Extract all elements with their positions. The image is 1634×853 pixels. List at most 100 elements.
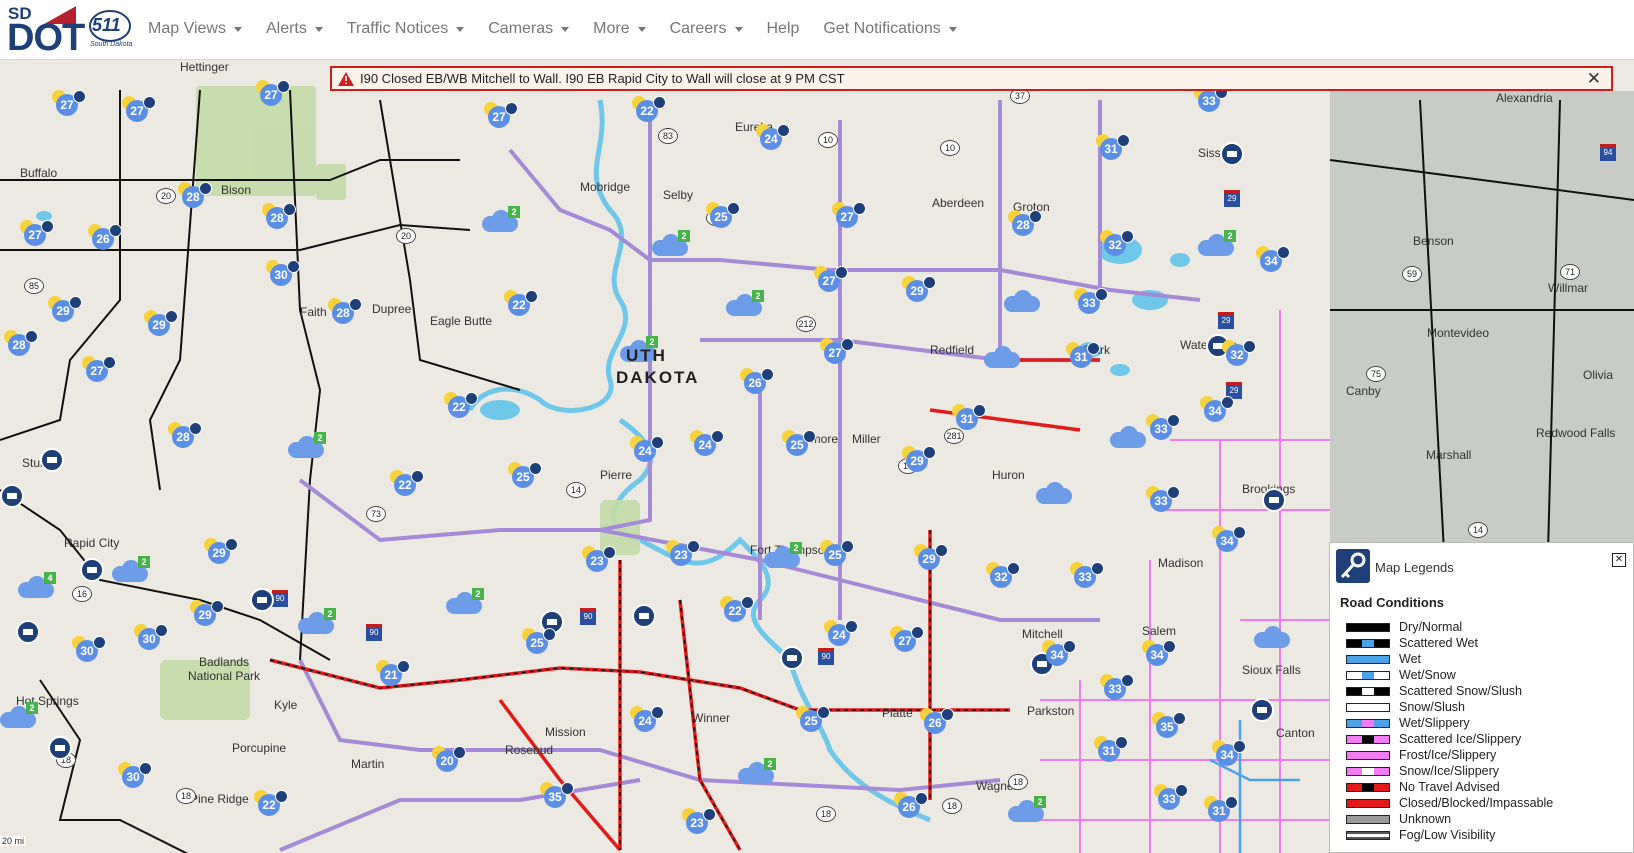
- temperature-marker[interactable]: 28: [1008, 210, 1042, 236]
- weather-cloud-icon[interactable]: [1110, 426, 1148, 448]
- nav-more[interactable]: More: [593, 20, 646, 38]
- temperature-marker[interactable]: 29: [914, 544, 948, 570]
- temperature-marker[interactable]: 27: [122, 96, 156, 122]
- temperature-marker[interactable]: 33: [1070, 562, 1104, 588]
- camera-icon[interactable]: [16, 620, 40, 644]
- temperature-marker[interactable]: 25: [820, 540, 854, 566]
- temperature-marker[interactable]: 27: [890, 626, 924, 652]
- temperature-marker[interactable]: 27: [20, 220, 54, 246]
- temperature-marker[interactable]: 28: [328, 298, 362, 324]
- weather-cloud-icon[interactable]: 2: [726, 290, 764, 316]
- temperature-marker[interactable]: 26: [920, 708, 954, 734]
- nav-get-notifications[interactable]: Get Notifications: [823, 20, 957, 38]
- temperature-marker[interactable]: 20: [432, 746, 466, 772]
- camera-icon[interactable]: [250, 588, 274, 612]
- weather-cloud-icon[interactable]: 2: [0, 702, 38, 728]
- temperature-marker[interactable]: 25: [782, 430, 816, 456]
- temperature-marker[interactable]: 24: [756, 124, 790, 150]
- temperature-marker[interactable]: 25: [706, 202, 740, 228]
- temperature-marker[interactable]: 29: [902, 446, 936, 472]
- nav-help[interactable]: Help: [767, 20, 800, 38]
- temperature-marker[interactable]: 22: [444, 392, 478, 418]
- alert-close-button[interactable]: ✕: [1587, 69, 1601, 89]
- weather-cloud-icon[interactable]: 2: [652, 230, 690, 256]
- temperature-marker[interactable]: 33: [1154, 784, 1188, 810]
- temperature-marker[interactable]: 33: [1100, 674, 1134, 700]
- camera-icon[interactable]: [48, 736, 72, 760]
- temperature-marker[interactable]: 34: [1212, 526, 1246, 552]
- temperature-marker[interactable]: 23: [682, 808, 716, 834]
- temperature-marker[interactable]: 22: [504, 290, 538, 316]
- nav-cameras[interactable]: Cameras: [488, 20, 570, 38]
- temperature-marker[interactable]: 34: [1256, 246, 1290, 272]
- temperature-marker[interactable]: 33: [1146, 414, 1180, 440]
- temperature-marker[interactable]: 24: [824, 620, 858, 646]
- temperature-marker[interactable]: 31: [1066, 342, 1100, 368]
- weather-cloud-icon[interactable]: 2: [112, 556, 150, 582]
- temperature-marker[interactable]: 21: [376, 660, 410, 686]
- nav-careers[interactable]: Careers: [670, 20, 743, 38]
- logo-511[interactable]: 511 South Dakota: [88, 9, 134, 53]
- camera-icon[interactable]: [1262, 488, 1286, 512]
- weather-cloud-icon[interactable]: 2: [738, 758, 776, 784]
- temperature-marker[interactable]: 26: [894, 792, 928, 818]
- temperature-marker[interactable]: 34: [1042, 640, 1076, 666]
- temperature-marker[interactable]: 35: [540, 782, 574, 808]
- weather-cloud-icon[interactable]: 4: [18, 572, 56, 598]
- temperature-marker[interactable]: 29: [48, 296, 82, 322]
- weather-cloud-icon[interactable]: [1036, 482, 1074, 504]
- temperature-marker[interactable]: 27: [82, 356, 116, 382]
- weather-cloud-icon[interactable]: 2: [446, 588, 484, 614]
- camera-icon[interactable]: [1250, 698, 1274, 722]
- temperature-marker[interactable]: 33: [1074, 288, 1108, 314]
- temperature-marker[interactable]: 28: [262, 203, 296, 229]
- temperature-marker[interactable]: 30: [72, 636, 106, 662]
- alert-banner[interactable]: I90 Closed EB/WB Mitchell to Wall. I90 E…: [330, 66, 1613, 91]
- temperature-marker[interactable]: 27: [832, 202, 866, 228]
- temperature-marker[interactable]: 29: [144, 310, 178, 336]
- weather-cloud-icon[interactable]: [984, 346, 1022, 368]
- temperature-marker[interactable]: 24: [690, 430, 724, 456]
- legend-close-button[interactable]: ✕: [1612, 553, 1626, 567]
- temperature-marker[interactable]: 26: [740, 368, 774, 394]
- sd-dot-logo[interactable]: SD DOT: [6, 4, 85, 59]
- weather-cloud-icon[interactable]: 2: [1198, 230, 1236, 256]
- nav-map-views[interactable]: Map Views: [148, 20, 242, 38]
- temperature-marker[interactable]: 22: [254, 790, 288, 816]
- weather-cloud-icon[interactable]: [1254, 626, 1292, 648]
- temperature-marker[interactable]: 31: [1094, 736, 1128, 762]
- temperature-marker[interactable]: 31: [1096, 134, 1130, 160]
- weather-cloud-icon[interactable]: 2: [482, 206, 520, 232]
- temperature-marker[interactable]: 34: [1142, 640, 1176, 666]
- temperature-marker[interactable]: 26: [88, 224, 122, 250]
- temperature-marker[interactable]: 25: [522, 628, 556, 654]
- temperature-marker[interactable]: 32: [1100, 230, 1134, 256]
- temperature-marker[interactable]: 30: [118, 762, 152, 788]
- nav-alerts[interactable]: Alerts: [266, 20, 323, 38]
- temperature-marker[interactable]: 25: [508, 462, 542, 488]
- temperature-marker[interactable]: 27: [820, 338, 854, 364]
- temperature-marker[interactable]: 29: [902, 276, 936, 302]
- temperature-marker[interactable]: 27: [814, 266, 848, 292]
- nav-traffic-notices[interactable]: Traffic Notices: [347, 20, 465, 38]
- temperature-marker[interactable]: 34: [1200, 396, 1234, 422]
- temperature-marker[interactable]: 34: [1212, 740, 1246, 766]
- weather-cloud-icon[interactable]: 2: [764, 542, 802, 568]
- temperature-marker[interactable]: 22: [720, 596, 754, 622]
- weather-cloud-icon[interactable]: 2: [1008, 796, 1046, 822]
- temperature-marker[interactable]: 23: [582, 546, 616, 572]
- camera-icon[interactable]: [80, 558, 104, 582]
- temperature-marker[interactable]: 28: [4, 330, 38, 356]
- temperature-marker[interactable]: 29: [190, 600, 224, 626]
- camera-icon[interactable]: [1220, 142, 1244, 166]
- temperature-marker[interactable]: 24: [630, 706, 664, 732]
- weather-cloud-icon[interactable]: [1004, 290, 1042, 312]
- temperature-marker[interactable]: 27: [52, 90, 86, 116]
- temperature-marker[interactable]: 27: [256, 80, 290, 106]
- camera-icon[interactable]: [0, 484, 24, 508]
- temperature-marker[interactable]: 22: [632, 96, 666, 122]
- temperature-marker[interactable]: 28: [178, 182, 212, 208]
- weather-cloud-icon[interactable]: 2: [288, 432, 326, 458]
- temperature-marker[interactable]: 27: [484, 102, 518, 128]
- temperature-marker[interactable]: 35: [1152, 712, 1186, 738]
